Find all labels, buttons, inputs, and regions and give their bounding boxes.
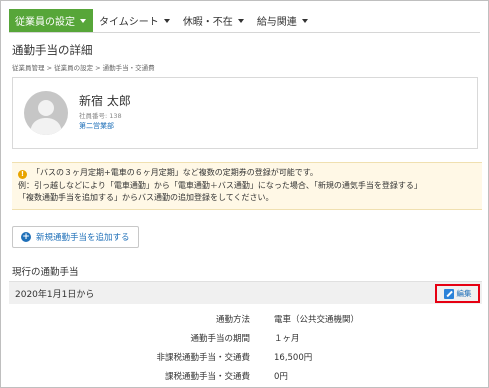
detail-value: 電車（公共交通機関） [274, 315, 360, 325]
employee-card: 新宿 太郎 社員番号: 138 第二営業部 [12, 77, 478, 149]
edit-button-label: 編集 [456, 289, 472, 298]
detail-label: 課税通勤手当・交通費 [164, 372, 250, 382]
detail-row: 通勤手当の期間 １ヶ月 [9, 328, 482, 347]
period-label: 2020年1月1日から [15, 290, 95, 300]
notice-line: ! 「バスの３ヶ月定期+電車の６ヶ月定期」など複数の定期券の登録が可能です。 [18, 167, 476, 180]
add-commute-allowance-button[interactable]: + 新規通勤手当を追加する [12, 226, 139, 248]
nav-label: タイムシート [99, 17, 159, 28]
employee-number: 社員番号: 138 [79, 112, 122, 120]
nav-timesheet[interactable]: タイムシート [93, 9, 177, 32]
nav-employee-settings[interactable]: 従業員の設定 [9, 9, 93, 32]
detail-label: 通勤方法 [215, 315, 250, 325]
employee-department-link[interactable]: 第二営業部 [79, 121, 114, 131]
period-header: 2020年1月1日から 編集 [9, 281, 482, 304]
nav-payroll[interactable]: 給与関連 [251, 9, 315, 32]
detail-value: 16,500円 [274, 353, 313, 363]
chevron-down-icon [80, 19, 86, 23]
nav-label: 休暇・不在 [182, 17, 233, 28]
detail-value: 0円 [274, 372, 288, 382]
nav-divider [9, 32, 480, 33]
info-notice: ! 「バスの３ヶ月定期+電車の６ヶ月定期」など複数の定期券の登録が可能です。 例：… [12, 162, 482, 210]
employee-name: 新宿 太郎 [79, 94, 131, 108]
chevron-down-icon [237, 19, 244, 23]
info-icon: ! [18, 170, 27, 179]
app-window: 従業員の設定 タイムシート 休暇・不在 給与関連 通勤手当の詳細 従業員管理 >… [0, 0, 489, 388]
section-title: 現行の通勤手当 [12, 267, 79, 278]
page-title: 通勤手当の詳細 [12, 43, 93, 57]
nav-label: 従業員の設定 [15, 17, 75, 28]
chevron-down-icon [301, 19, 308, 23]
top-nav: 従業員の設定 タイムシート 休暇・不在 給与関連 [9, 9, 315, 32]
edit-icon [443, 288, 454, 299]
notice-line: 例：引っ越しなどにより「電車通勤」から「電車通勤＋バス通勤」になった場合、「新規… [18, 180, 422, 190]
detail-row: 課税通勤手当・交通費 0円 [9, 366, 482, 385]
edit-button[interactable]: 編集 [435, 284, 480, 303]
detail-label: 非課税通勤手当・交通費 [156, 353, 250, 363]
detail-row: 通勤方法 電車（公共交通機関） [9, 309, 482, 328]
detail-value: １ヶ月 [274, 334, 300, 344]
add-button-label: 新規通勤手当を追加する [36, 233, 130, 243]
detail-row: 非課税通勤手当・交通費 16,500円 [9, 347, 482, 366]
nav-label: 給与関連 [256, 17, 297, 28]
plus-icon: + [21, 232, 31, 242]
notice-line: 「複数通勤手当を追加する」からバス通勤の追加登録をしてください。 [18, 193, 274, 202]
breadcrumb: 従業員管理 > 従業員の設定 > 通勤手当・交通費 [12, 64, 155, 72]
detail-label: 通勤手当の期間 [190, 334, 250, 344]
chevron-down-icon [163, 19, 170, 23]
avatar-icon [24, 91, 68, 135]
notice-text: 「バスの３ヶ月定期+電車の６ヶ月定期」など複数の定期券の登録が可能です。 [32, 168, 318, 177]
nav-leave[interactable]: 休暇・不在 [177, 9, 251, 32]
